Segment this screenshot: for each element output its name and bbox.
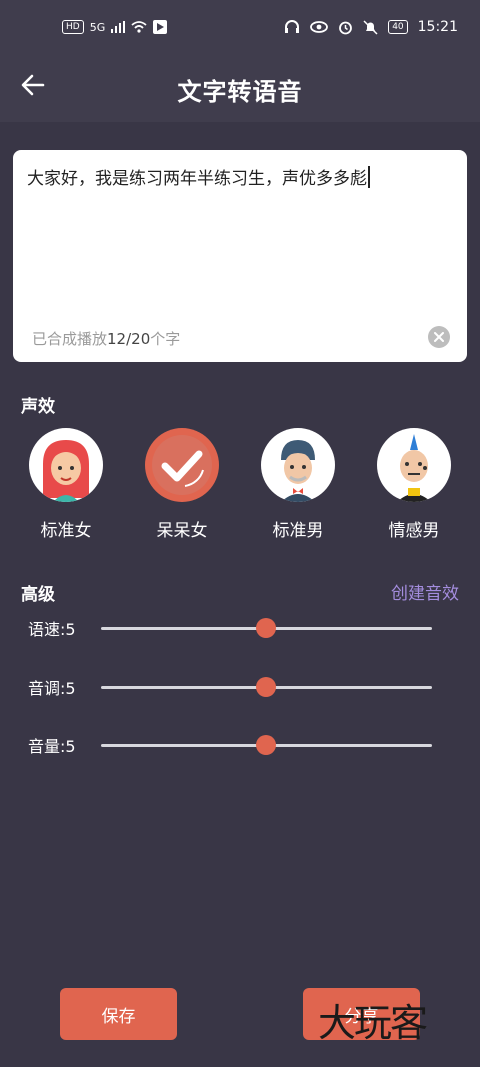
network-label: 5G	[89, 20, 106, 34]
slider-thumb[interactable]	[256, 677, 276, 697]
voice-option-standard-female[interactable]: 标准女	[16, 428, 116, 541]
page-title: 文字转语音	[177, 78, 303, 106]
create-effect-link[interactable]: 创建音效	[391, 579, 459, 604]
clock: 15:21	[417, 19, 458, 35]
voice-label: 呆呆女	[156, 521, 208, 541]
text-editor[interactable]: 大家好，我是练习两年半练习生，声优多多彪 已合成播放12/20个字	[13, 150, 467, 362]
clear-text-button[interactable]	[428, 326, 450, 348]
voice-label: 标准男	[272, 521, 324, 541]
checkmark-icon	[152, 435, 212, 495]
signal-icon	[111, 21, 126, 33]
slider-label: 音量:5	[28, 737, 76, 756]
man-avatar-icon	[281, 440, 315, 502]
avatar-selected	[145, 428, 219, 502]
char-counter: 已合成播放12/20个字	[32, 328, 180, 349]
counter-value: 12/20	[107, 330, 151, 348]
watermark: 大玩客	[318, 1001, 428, 1045]
counter-prefix: 已合成播放	[32, 330, 108, 348]
status-right: 40 15:21	[284, 19, 458, 35]
voice-option-dull-female[interactable]: 呆呆女	[132, 428, 232, 541]
avatar	[29, 428, 103, 502]
status-left: HD 5G	[62, 20, 168, 34]
punk-avatar-icon	[397, 434, 431, 502]
effects-section-label: 声效	[21, 397, 55, 417]
volume-slider[interactable]: 音量:5	[28, 733, 448, 757]
headphones-icon	[285, 20, 300, 33]
slider-label: 语速:5	[28, 620, 76, 639]
battery-indicator: 40	[388, 20, 408, 34]
eye-icon	[310, 21, 329, 33]
alarm-icon	[339, 21, 353, 34]
slider-thumb[interactable]	[256, 735, 276, 755]
status-bar: HD 5G 40 15:21	[0, 0, 480, 58]
editor-content[interactable]: 大家好，我是练习两年半练习生，声优多多彪	[27, 166, 447, 191]
girl-avatar-icon	[43, 440, 89, 502]
save-button[interactable]: 保存	[60, 988, 177, 1040]
editor-text-value: 大家好，我是练习两年半练习生，声优多多彪	[27, 169, 367, 189]
advanced-section-label: 高级	[21, 585, 55, 605]
speed-slider[interactable]: 语速:5	[28, 616, 448, 640]
wifi-icon	[131, 21, 147, 33]
slider-thumb[interactable]	[256, 618, 276, 638]
slider-label: 音调:5	[28, 679, 76, 698]
voice-option-emotional-male[interactable]: 情感男	[364, 428, 464, 541]
voice-label: 情感男	[388, 521, 440, 541]
play-store-icon	[153, 20, 168, 34]
avatar	[261, 428, 335, 502]
avatar	[377, 428, 451, 502]
hd-badge: HD	[62, 20, 84, 34]
mute-bell-icon	[363, 19, 378, 35]
voice-label: 标准女	[40, 521, 92, 541]
counter-suffix: 个字	[150, 330, 181, 348]
close-icon	[434, 332, 444, 342]
voice-option-standard-male[interactable]: 标准男	[248, 428, 348, 541]
text-caret	[368, 166, 370, 188]
app-header: 文字转语音	[0, 58, 480, 122]
pitch-slider[interactable]: 音调:5	[28, 675, 448, 699]
